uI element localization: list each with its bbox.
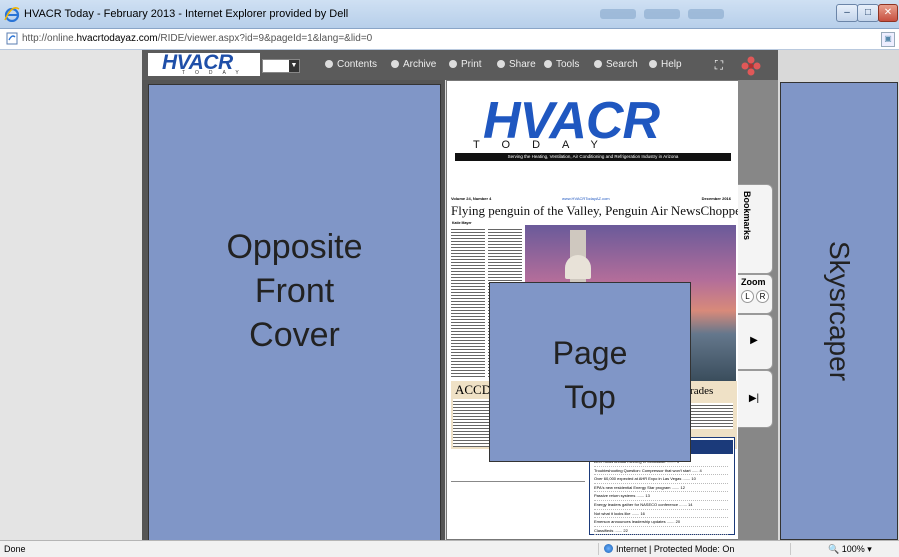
viewer-toolbar: HVACR TODAY ▼ Contents Archive Print Sha…: [142, 50, 778, 80]
bookmarks-label: Bookmarks: [742, 191, 752, 241]
taskbar-tabs: [600, 9, 732, 23]
inside-item[interactable]: Energy leaders gather for NASECO confere…: [594, 501, 728, 510]
cover-headline[interactable]: Flying penguin of the Valley, Penguin Ai…: [451, 203, 739, 219]
blurred-tab[interactable]: [600, 9, 636, 19]
share-icon: [497, 60, 505, 68]
logo-subtext: TODAY: [182, 70, 249, 76]
last-page-tab[interactable]: ▶|: [738, 370, 773, 428]
masthead-tagline: Serving the Heating, Ventilation, Air Co…: [455, 153, 731, 161]
tools-icon: [544, 60, 552, 68]
masthead-subtitle: TODAY: [473, 139, 620, 151]
toolbar-label: Search: [606, 59, 638, 70]
toolbar-contents[interactable]: Contents: [325, 59, 377, 70]
page-icon: [6, 32, 18, 45]
maximize-button[interactable]: □: [857, 4, 879, 22]
url-text[interactable]: http://online.hvacrtodayaz.com/RIDE/view…: [22, 33, 372, 44]
help-icon: [649, 60, 657, 68]
internet-explorer-icon: [4, 7, 20, 22]
inside-item[interactable]: Classifieds ....... 22: [594, 527, 728, 536]
mailing-panel: [451, 481, 585, 536]
volume-number: Volume 24, Number 4: [451, 196, 492, 201]
zoom-right-button[interactable]: R: [756, 290, 769, 303]
website-link[interactable]: www.HVACRTodayAZ.com: [562, 196, 610, 201]
window-title: HVACR Today - February 2013 - Internet E…: [24, 8, 349, 20]
secondary-headline: ACCD: [455, 382, 492, 397]
zone-text: Internet | Protected Mode: On: [616, 544, 735, 554]
status-divider: [790, 543, 791, 555]
toolbar-tools[interactable]: Tools: [544, 59, 579, 70]
issue-dropdown[interactable]: ▼: [262, 59, 300, 73]
article-byline: Katie Mayer: [452, 221, 472, 225]
toolbar-print[interactable]: Print: [449, 59, 482, 70]
brand-flower-icon[interactable]: [740, 55, 762, 77]
publication-logo[interactable]: HVACR TODAY: [148, 51, 260, 76]
skip-to-end-icon: ▶|: [748, 393, 760, 404]
inside-item[interactable]: Not what it looks like ....... 16: [594, 510, 728, 519]
side-tabs: Bookmarks Zoom L R ▶ ▶|: [738, 80, 778, 540]
article-text-column: [451, 227, 485, 377]
toolbar-label: Print: [461, 59, 482, 70]
toolbar-label: Archive: [403, 59, 437, 70]
ad-label: Page Top: [552, 335, 628, 415]
title-bar: HVACR Today - February 2013 - Internet E…: [0, 0, 899, 29]
play-arrow-icon: ▶: [750, 335, 758, 346]
archive-icon: [391, 60, 399, 68]
url-prefix: http://online.: [22, 33, 77, 44]
zoom-label: Zoom: [741, 277, 766, 287]
close-button[interactable]: ✕: [878, 4, 898, 22]
ad-opposite-front-cover[interactable]: Opposite Front Cover: [148, 84, 441, 542]
toolbar-label: Tools: [556, 59, 580, 70]
print-icon: [449, 60, 457, 68]
magazine-viewer: HVACR TODAY ▼ Contents Archive Print Sha…: [0, 50, 899, 542]
compatibility-icon[interactable]: ▣: [881, 32, 895, 47]
security-zone[interactable]: Internet | Protected Mode: On: [604, 544, 734, 554]
globe-icon: [604, 544, 613, 553]
inside-list: AHR holds annual meeting in Scottsdale .…: [594, 458, 728, 536]
zoom-level[interactable]: 🔍 100% ▾: [828, 544, 872, 555]
fullscreen-icon[interactable]: ⛶: [712, 58, 726, 72]
ad-skyscraper[interactable]: Skysrcaper: [780, 82, 898, 540]
status-divider: [598, 543, 599, 555]
zoom-text: 100%: [841, 544, 865, 554]
photo-tower-top: [565, 255, 591, 279]
inside-item[interactable]: Over 60,000 expected at AHR Expo in Las …: [594, 475, 728, 484]
left-page: Opposite Front Cover: [142, 80, 445, 542]
issue-date: December 2016: [701, 196, 731, 201]
url-path: /RIDE/viewer.aspx?id=9&pageId=1&lang=&li…: [157, 33, 373, 44]
ad-label: Skysrcaper: [824, 240, 855, 382]
next-page-tab[interactable]: ▶: [738, 314, 773, 370]
zoom-left-button[interactable]: L: [741, 290, 754, 303]
inside-item[interactable]: Troubleshooting Question: Compressor tha…: [594, 467, 728, 476]
url-domain: hvacrtodayaz.com: [76, 33, 158, 44]
article-text-column: [453, 399, 489, 447]
bookmarks-tab[interactable]: Bookmarks: [738, 184, 773, 274]
toolbar-search[interactable]: Search: [594, 59, 638, 70]
inside-item[interactable]: EPA's new residential Energy Star progra…: [594, 484, 728, 493]
toolbar-share[interactable]: Share: [497, 59, 536, 70]
ad-page-top[interactable]: Page Top: [489, 282, 691, 462]
inside-item[interactable]: Passive return systems ....... 13: [594, 492, 728, 501]
search-icon: [594, 60, 602, 68]
toolbar-archive[interactable]: Archive: [391, 59, 436, 70]
inside-item[interactable]: Emerson announces leadership updates ...…: [594, 518, 728, 527]
toolbar-label: Share: [509, 59, 536, 70]
chevron-down-icon: ▼: [289, 60, 299, 72]
contents-icon: [325, 60, 333, 68]
toolbar-label: Contents: [337, 59, 378, 70]
toolbar-help[interactable]: Help: [649, 59, 682, 70]
left-margin: [0, 50, 142, 540]
blurred-tab[interactable]: [644, 9, 680, 19]
minimize-button[interactable]: –: [836, 4, 858, 22]
toolbar-label: Help: [661, 59, 682, 70]
ad-label: Opposite Front Cover: [226, 228, 363, 354]
zoom-tab[interactable]: Zoom L R: [738, 274, 773, 314]
status-bar: Done Internet | Protected Mode: On 🔍 100…: [0, 540, 899, 557]
blurred-tab[interactable]: [688, 9, 724, 19]
address-bar[interactable]: http://online.hvacrtodayaz.com/RIDE/view…: [0, 29, 899, 50]
status-text: Done: [4, 544, 26, 554]
